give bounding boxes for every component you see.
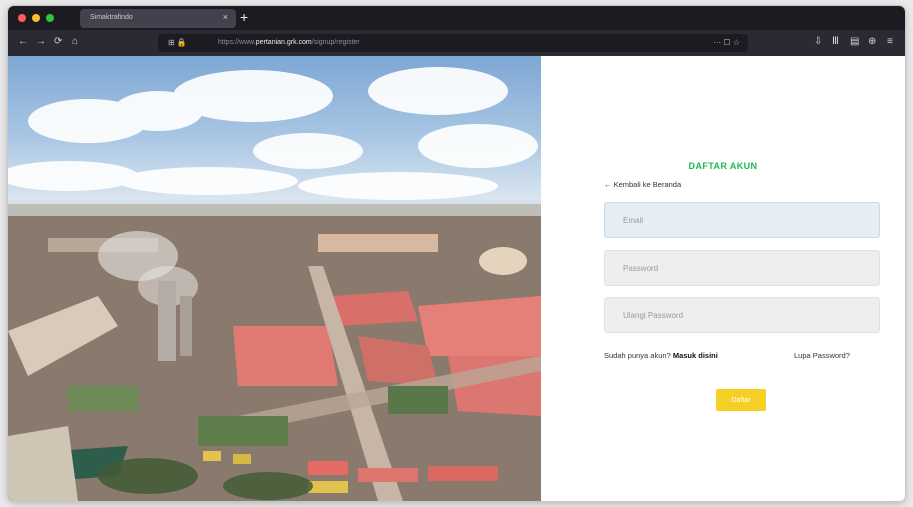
download-icon[interactable]: ⇩: [814, 36, 822, 48]
address-bar[interactable]: ⊞ 🔒 https://www.pertanian.grk.com/signup…: [158, 34, 748, 52]
url-path: /signup/register: [311, 39, 360, 46]
page-actions-icon[interactable]: ··· ☐ ☆: [713, 38, 740, 47]
url-prefix: https://www.: [218, 39, 256, 46]
login-link[interactable]: Masuk disini: [673, 351, 718, 360]
new-tab-icon[interactable]: +: [240, 8, 248, 26]
page-content: DAFTAR AKUN ← Kembali ke Beranda Sudah p…: [8, 56, 905, 501]
browser-window: Simaktrafindo × + ← → ⟳ ⌂ ⊞ 🔒 https://ww…: [8, 6, 905, 501]
extensions-icon[interactable]: ⊕: [868, 36, 876, 48]
tab-title: Simaktrafindo: [90, 14, 133, 21]
browser-toolbar: ← → ⟳ ⌂ ⊞ 🔒 https://www.pertanian.grk.co…: [8, 30, 905, 56]
back-to-home-link[interactable]: ← Kembali ke Beranda: [604, 180, 681, 189]
forward-icon[interactable]: →: [36, 36, 46, 48]
menu-icon[interactable]: ≡: [887, 36, 893, 48]
minimize-window-button[interactable]: [32, 14, 40, 22]
tab-close-icon[interactable]: ×: [223, 12, 228, 22]
login-prompt-text: Sudah punya akun?: [604, 351, 671, 360]
back-icon[interactable]: ←: [18, 36, 28, 48]
password-field[interactable]: [604, 250, 880, 286]
home-icon[interactable]: ⌂: [72, 36, 78, 48]
sidebar-icon[interactable]: ▤: [850, 36, 859, 48]
site-info-icon[interactable]: ⊞ 🔒: [168, 38, 187, 47]
tab-strip: Simaktrafindo × +: [8, 6, 905, 30]
form-title: DAFTAR AKUN: [688, 161, 758, 171]
register-form: DAFTAR AKUN ← Kembali ke Beranda Sudah p…: [541, 56, 905, 501]
email-field[interactable]: [604, 202, 880, 238]
forgot-password-link[interactable]: Lupa Password?: [794, 351, 850, 360]
login-prompt: Sudah punya akun? Masuk disini: [604, 351, 718, 360]
tab-active[interactable]: Simaktrafindo ×: [80, 9, 236, 28]
close-window-button[interactable]: [18, 14, 26, 22]
url-text[interactable]: https://www.pertanian.grk.com/signup/reg…: [218, 39, 360, 46]
submit-button[interactable]: Daftar: [716, 389, 766, 411]
industrial-plant-illustration: [8, 67, 541, 501]
hero-image: [8, 56, 541, 501]
confirm-password-field[interactable]: [604, 297, 880, 333]
library-icon[interactable]: Ⅲ: [832, 36, 839, 48]
reload-icon[interactable]: ⟳: [54, 36, 62, 48]
url-domain: pertanian.grk.com: [255, 39, 312, 46]
maximize-window-button[interactable]: [46, 14, 54, 22]
